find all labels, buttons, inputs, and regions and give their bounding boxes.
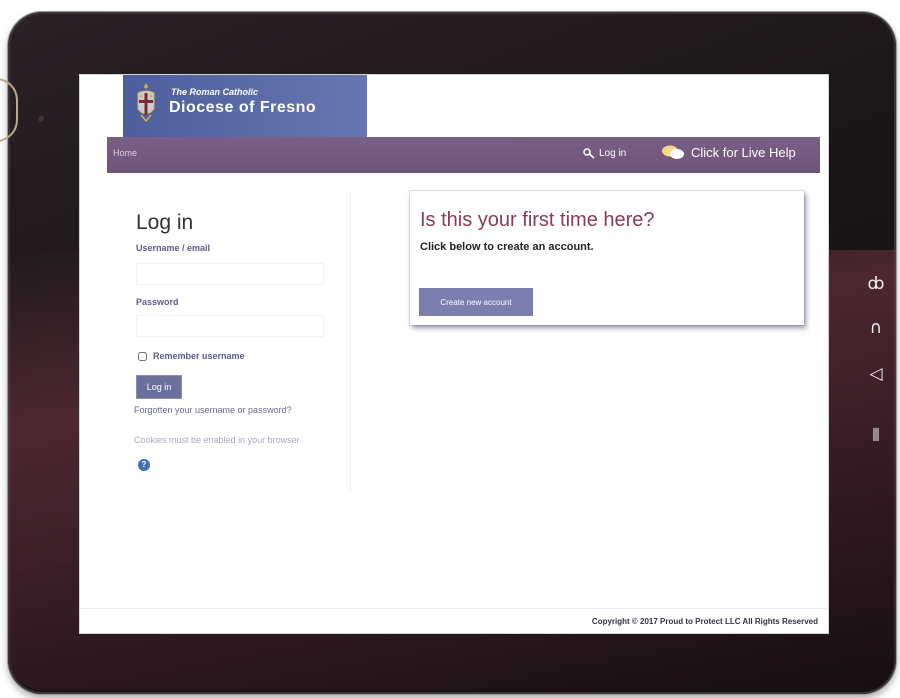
logo-tagline: The Roman Catholic bbox=[171, 87, 259, 97]
help-icon[interactable]: ? bbox=[138, 459, 150, 471]
username-label: Username / email bbox=[136, 243, 211, 253]
username-input[interactable] bbox=[136, 263, 324, 285]
remember-username[interactable]: Remember username bbox=[138, 351, 245, 361]
search-icon[interactable]: ȸ bbox=[864, 272, 888, 296]
login-button[interactable]: Log in bbox=[136, 375, 182, 399]
home-icon[interactable]: ∩ bbox=[864, 316, 888, 340]
diocese-crest-icon bbox=[137, 83, 155, 123]
signup-subtitle: Click below to create an account. bbox=[420, 241, 594, 253]
password-label: Password bbox=[136, 297, 179, 307]
signup-heading: Is this your first time here? bbox=[420, 209, 655, 231]
logo-title: Diocese of Fresno bbox=[169, 99, 317, 116]
tablet-screen: The Roman Catholic Diocese of Fresno Hom… bbox=[80, 75, 828, 633]
top-navbar: Home Log in Click for Live Help bbox=[107, 137, 820, 173]
site-logo[interactable]: The Roman Catholic Diocese of Fresno bbox=[123, 75, 367, 137]
cookies-notice: Cookies must be enabled in your browser bbox=[134, 435, 300, 445]
menu-icon[interactable]: ⦀ bbox=[864, 424, 888, 448]
login-heading: Log in bbox=[136, 211, 194, 234]
nav-login-label: Log in bbox=[599, 147, 627, 159]
password-input[interactable] bbox=[136, 315, 324, 337]
live-help-button[interactable]: Click for Live Help bbox=[661, 144, 796, 160]
chat-bubbles-icon bbox=[662, 145, 684, 159]
copyright-text: Copyright © 2017 Proud to Protect LLC Al… bbox=[591, 617, 818, 626]
key-icon bbox=[583, 148, 595, 159]
page-footer: Copyright © 2017 Proud to Protect LLC Al… bbox=[80, 608, 828, 633]
nav-home-link[interactable]: Home bbox=[113, 148, 137, 158]
signup-card: Is this your first time here? Click belo… bbox=[410, 191, 804, 325]
forgot-password-link[interactable]: Forgotten your username or password? bbox=[134, 405, 292, 415]
back-icon[interactable]: ◁ bbox=[864, 362, 888, 386]
camera-icon bbox=[38, 116, 44, 122]
login-panel: Log in Username / email Password Remembe… bbox=[132, 191, 351, 491]
remember-checkbox[interactable] bbox=[138, 351, 147, 361]
create-account-button[interactable]: Create new account bbox=[419, 288, 533, 316]
live-help-label: Click for Live Help bbox=[691, 144, 796, 160]
remember-label: Remember username bbox=[153, 351, 245, 361]
nav-login-link[interactable]: Log in bbox=[583, 147, 626, 159]
